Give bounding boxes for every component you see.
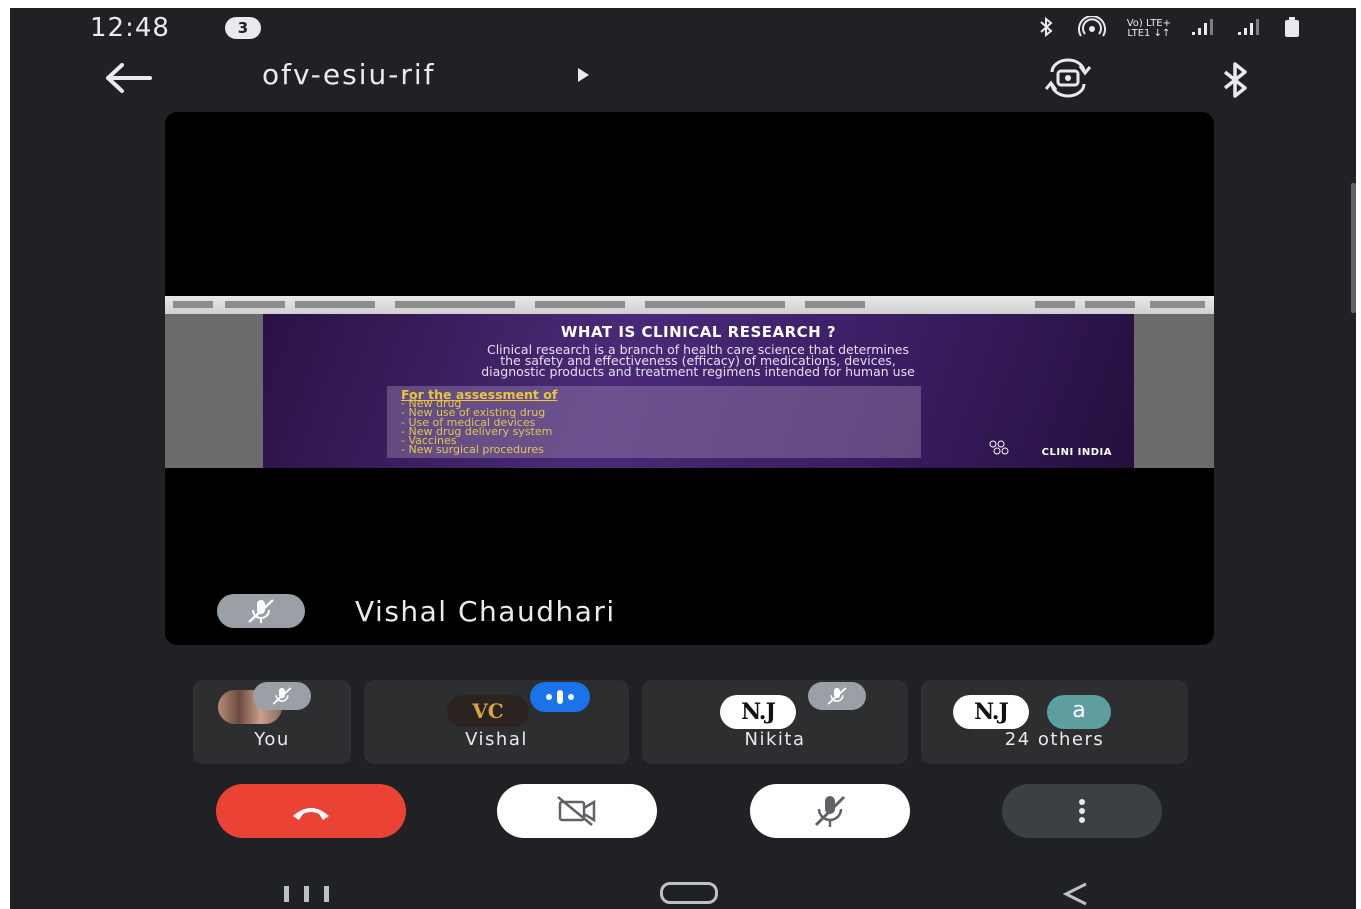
avatar: N.J [953, 695, 1029, 729]
slide-logo-text: CLINI INDIA [1041, 447, 1112, 458]
status-time: 12:48 [90, 13, 170, 43]
bluetooth-status-icon [1035, 16, 1057, 42]
participant-tile-nikita[interactable]: N.J Nikita [642, 680, 908, 764]
back-button[interactable] [98, 58, 158, 98]
assessment-list: - New drug - New use of existing drug - … [401, 398, 552, 457]
camera-toggle-button[interactable] [497, 784, 657, 838]
avatar: VC [447, 695, 529, 727]
signal-2-icon [1237, 18, 1263, 40]
audio-device-button[interactable] [1215, 60, 1255, 100]
mic-off-icon [272, 687, 292, 705]
shared-app-toolbar [165, 296, 1214, 315]
avatar: a [1047, 695, 1111, 729]
participant-name: Nikita [744, 729, 806, 750]
participant-name: You [254, 729, 290, 750]
presenter-mic-off-badge [217, 594, 305, 628]
play-caret-icon[interactable] [578, 68, 589, 82]
assessment-item: - New surgical procedures [401, 443, 544, 457]
clini-india-logo-icon [989, 440, 1009, 455]
shared-screen: WHAT IS CLINICAL RESEARCH ? Clinical res… [165, 296, 1214, 468]
participant-tile-vishal[interactable]: VC Vishal [364, 680, 629, 764]
notification-count-badge: 3 [225, 17, 261, 39]
mic-off-icon [827, 687, 847, 705]
more-options-icon [1079, 799, 1085, 823]
mic-off-badge [253, 682, 311, 710]
phone-screen: 12:48 3 Vo) LTE+ LTE1 ↓↑ ofv-esiu-rif WH… [10, 8, 1356, 909]
recent-apps-icon [284, 886, 329, 902]
mic-off-icon [814, 795, 846, 827]
bluetooth-icon [1223, 62, 1247, 98]
participant-tile-you[interactable]: You [193, 680, 351, 764]
slide: WHAT IS CLINICAL RESEARCH ? Clinical res… [263, 314, 1134, 468]
end-call-button[interactable] [216, 784, 406, 838]
switch-camera-icon [1044, 58, 1092, 98]
participant-tile-others[interactable]: N.J a 24 others [921, 680, 1188, 764]
mic-toggle-button[interactable] [750, 784, 910, 838]
home-button[interactable] [660, 882, 718, 904]
slide-title: WHAT IS CLINICAL RESEARCH ? [560, 323, 837, 341]
chevron-left-icon [1062, 882, 1087, 906]
avatar: N.J [720, 695, 796, 729]
more-options-button[interactable] [1002, 784, 1162, 838]
slide-body: Clinical research is a branch of health … [481, 342, 915, 379]
signal-1-icon [1191, 18, 1217, 40]
status-bar: 12:48 3 Vo) LTE+ LTE1 ↓↑ [10, 8, 1356, 48]
end-call-icon [293, 808, 329, 820]
scroll-indicator [1351, 183, 1356, 313]
presenter-label: Vishal Chaudhari [217, 594, 616, 628]
switch-camera-button[interactable] [1040, 56, 1096, 100]
slide-left-margin [165, 314, 263, 468]
speaking-indicator [530, 682, 590, 712]
system-back-button[interactable] [1058, 880, 1092, 908]
meeting-top-bar: ofv-esiu-rif [10, 52, 1356, 108]
hotspot-icon [1077, 15, 1107, 42]
participant-name: 24 others [1004, 729, 1105, 750]
system-nav-bar [10, 868, 1356, 909]
presentation-tile[interactable]: WHAT IS CLINICAL RESEARCH ? Clinical res… [165, 112, 1214, 645]
meeting-code[interactable]: ofv-esiu-rif [262, 58, 436, 91]
assessment-box: For the assessment of - New drug - New u… [387, 386, 921, 458]
status-icons: Vo) LTE+ LTE1 ↓↑ [1035, 15, 1301, 42]
call-controls [10, 784, 1356, 844]
mic-off-icon [248, 599, 274, 623]
mic-off-badge [808, 682, 866, 710]
participants-strip: You VC Vishal N.J Nikita N.J a 24 others [193, 680, 1188, 764]
back-arrow-icon [106, 63, 152, 93]
battery-icon [1283, 16, 1301, 42]
recent-apps-button[interactable] [280, 884, 340, 904]
participant-name: Vishal [465, 729, 528, 750]
slide-right-margin [1134, 314, 1214, 468]
presenter-name: Vishal Chaudhari [355, 594, 616, 628]
camera-off-icon [557, 796, 596, 826]
network-type-text: Vo) LTE+ LTE1 ↓↑ [1126, 18, 1171, 39]
